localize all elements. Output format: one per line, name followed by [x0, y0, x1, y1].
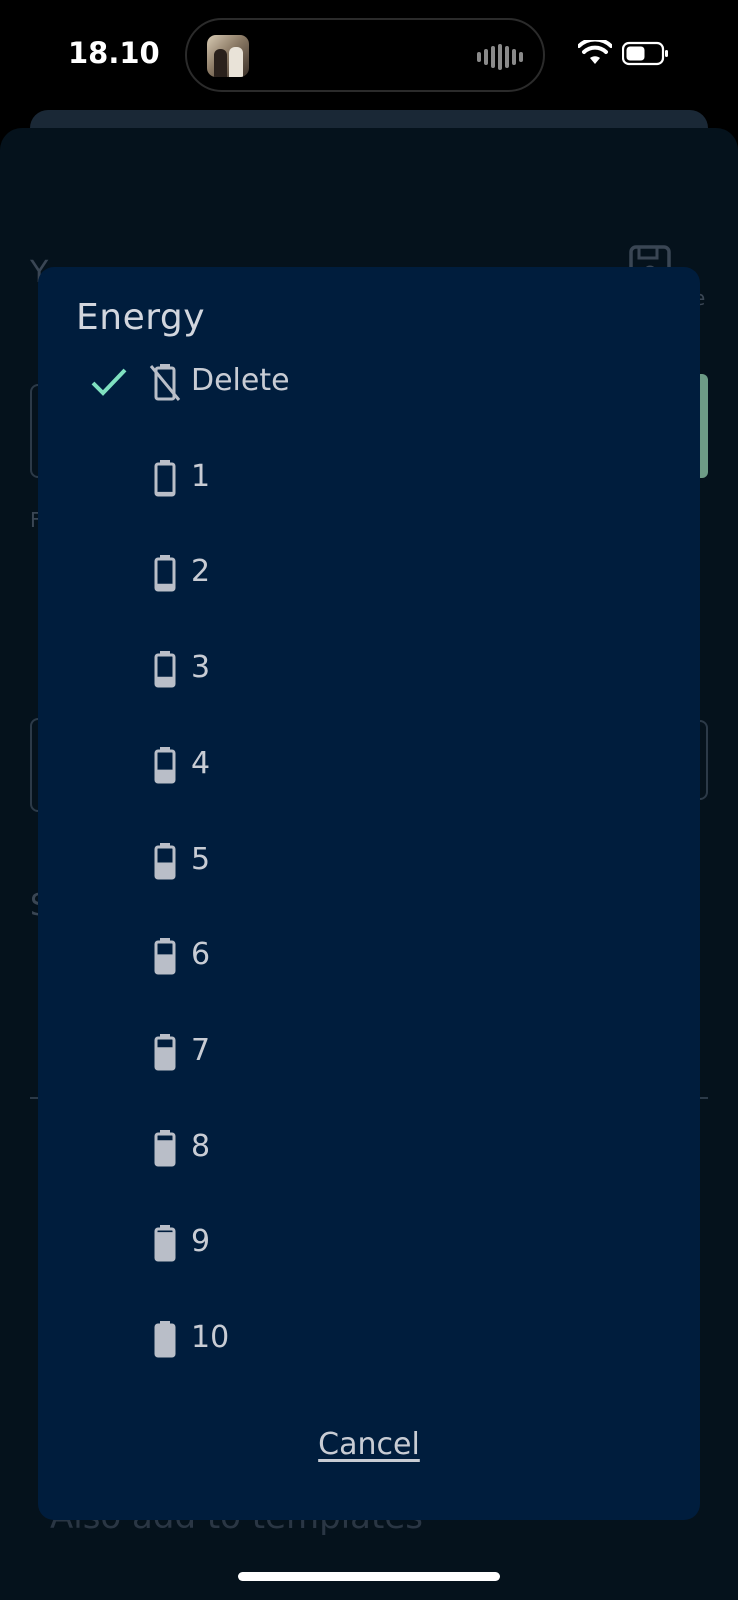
energy-option-label: 10 [191, 1320, 230, 1355]
battery-off-icon [149, 364, 181, 401]
battery-icon [154, 938, 176, 975]
energy-option-label: 3 [191, 650, 211, 685]
energy-option[interactable]: 10 [38, 1300, 700, 1380]
battery-icon [154, 651, 176, 688]
energy-option[interactable]: 8 [38, 1109, 700, 1189]
battery-icon [154, 1034, 176, 1071]
energy-option[interactable]: 7 [38, 1013, 700, 1093]
energy-option-label: Delete [191, 363, 290, 398]
battery-icon [154, 555, 176, 592]
energy-option[interactable]: 4 [38, 726, 700, 806]
energy-option-label: 4 [191, 746, 211, 781]
status-time: 18.10 [68, 36, 160, 70]
energy-option[interactable]: 6 [38, 917, 700, 997]
home-indicator[interactable] [238, 1572, 500, 1581]
energy-option[interactable]: 2 [38, 534, 700, 614]
energy-option[interactable]: 3 [38, 630, 700, 710]
screen: 18.10 Y e F S Also add to templates Ener… [0, 0, 738, 1600]
background-accent [700, 374, 708, 478]
energy-option[interactable]: 1 [38, 439, 700, 519]
battery-icon [622, 41, 668, 66]
battery-icon [154, 1321, 176, 1358]
battery-icon [154, 747, 176, 784]
energy-option-label: 7 [191, 1033, 211, 1068]
energy-option-label: 8 [191, 1129, 211, 1164]
energy-option[interactable]: Delete [38, 343, 700, 423]
battery-icon [154, 460, 176, 497]
checkmark-icon [91, 368, 127, 396]
energy-option-label: 9 [191, 1224, 211, 1259]
battery-icon [154, 843, 176, 880]
energy-option-label: 6 [191, 937, 211, 972]
energy-option-label: 1 [191, 459, 211, 494]
energy-option[interactable]: 5 [38, 822, 700, 902]
battery-icon [154, 1130, 176, 1167]
dialog-title: Energy [76, 297, 206, 338]
audio-waveform-icon [477, 44, 523, 70]
album-art-thumbnail [207, 35, 249, 77]
wifi-icon [578, 40, 612, 64]
energy-option-label: 2 [191, 554, 211, 589]
energy-option[interactable]: 9 [38, 1204, 700, 1284]
background-divider [700, 1097, 708, 1099]
energy-option-label: 5 [191, 842, 211, 877]
energy-dialog: Energy Delete 1 2 3 4 5 6 7 8 9 10 Cancel [38, 267, 700, 1520]
cancel-button[interactable]: Cancel [38, 1427, 700, 1462]
dynamic-island[interactable] [185, 18, 545, 92]
battery-icon [154, 1225, 176, 1262]
